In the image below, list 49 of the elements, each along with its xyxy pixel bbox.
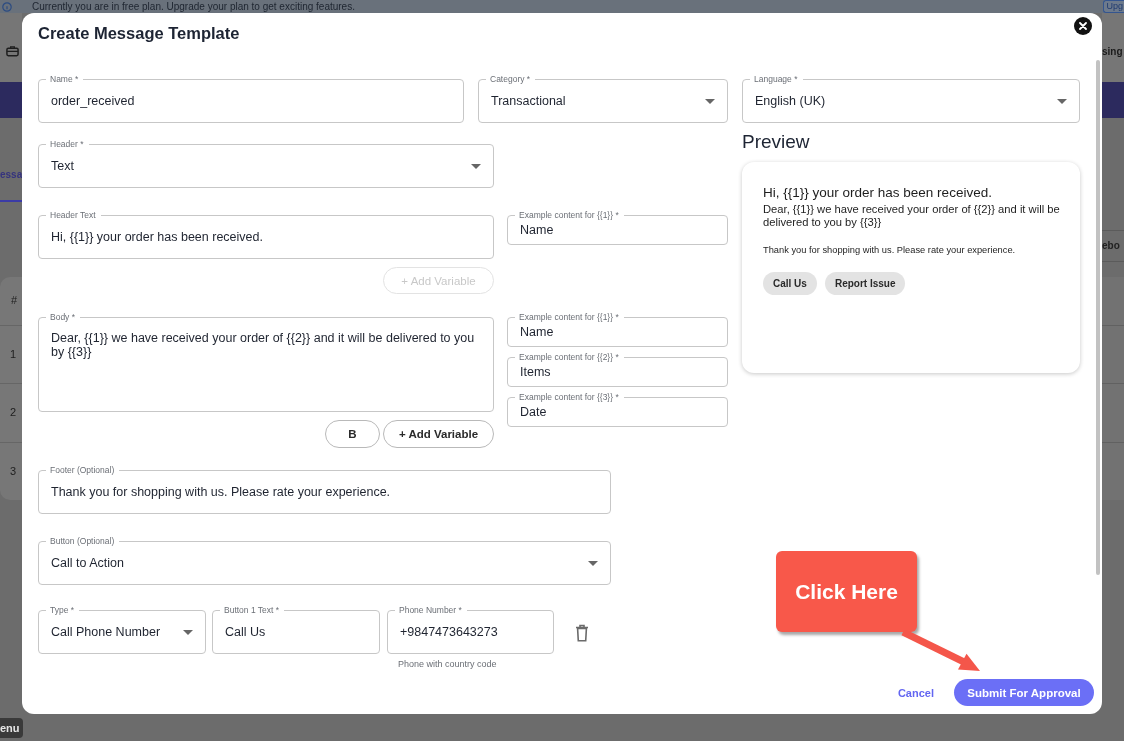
caret-icon — [588, 560, 598, 566]
dialog-title: Create Message Template — [38, 23, 240, 44]
callout-box: Click Here — [776, 551, 917, 632]
column-header: # — [11, 294, 18, 308]
scrollbar-thumb[interactable] — [1096, 60, 1100, 575]
close-button[interactable] — [1074, 17, 1092, 35]
close-icon — [1079, 22, 1087, 30]
field-label: Type * — [46, 604, 80, 616]
field-label: Name * — [46, 73, 84, 85]
banner-text: Currently you are in free plan. Upgrade your plan to get exciting features. — [32, 0, 355, 13]
caret-icon — [1057, 98, 1067, 104]
field-label: Button 1 Text * — [220, 604, 285, 616]
field-label: Button (Optional) — [46, 535, 120, 547]
nav-text: sing — [1102, 46, 1123, 58]
row-number: 3 — [10, 464, 17, 478]
field-label: Language * — [750, 73, 803, 85]
field-label: Category * — [486, 73, 536, 85]
info-icon — [2, 1, 12, 12]
submit-button[interactable]: Submit For Approval — [954, 679, 1094, 706]
field-label: Footer (Optional) — [46, 464, 120, 476]
preview-body-text: Dear, {{1}} we have received your order of {{2}} and it will be delivered to you by {{3}} — [763, 203, 1061, 229]
row-number: 1 — [10, 347, 17, 361]
field-label: Phone Number * — [395, 604, 467, 616]
caret-icon — [705, 98, 715, 104]
cancel-link[interactable]: Cancel — [897, 685, 934, 700]
bold-button[interactable]: B — [325, 420, 380, 448]
field-label: Header Text — [46, 209, 101, 221]
preview-button[interactable]: Report Issue — [824, 272, 906, 295]
row-number: 2 — [10, 406, 17, 420]
briefcase-icon — [6, 45, 19, 57]
helper-text: Phone with country code — [398, 658, 497, 670]
preview-header-text: Hi, {{1}} your order has been received. — [763, 185, 992, 201]
preview-heading: Preview — [742, 131, 811, 153]
field-label: Example content for {{2}} * — [515, 351, 624, 363]
caret-icon — [183, 629, 193, 635]
add-variable-button[interactable]: + Add Variable — [383, 420, 494, 448]
menu-tooltip: enu — [0, 718, 23, 738]
field-label: Example content for {{3}} * — [515, 391, 624, 403]
field-label: Body * — [46, 311, 81, 323]
field-label: Example content for {{1}} * — [515, 209, 624, 221]
preview-button[interactable]: Call Us — [763, 272, 817, 295]
field-label: Header * — [46, 138, 89, 150]
caret-icon — [471, 163, 481, 169]
nav-band — [0, 82, 22, 118]
column-header: ebo — [1102, 240, 1120, 252]
trash-icon[interactable] — [575, 624, 589, 642]
field-label: Example content for {{1}} * — [515, 311, 624, 323]
preview-footer-text: Thank you for shopping with us. Please rate your experience. — [763, 244, 1016, 256]
nav-band — [1102, 82, 1124, 118]
